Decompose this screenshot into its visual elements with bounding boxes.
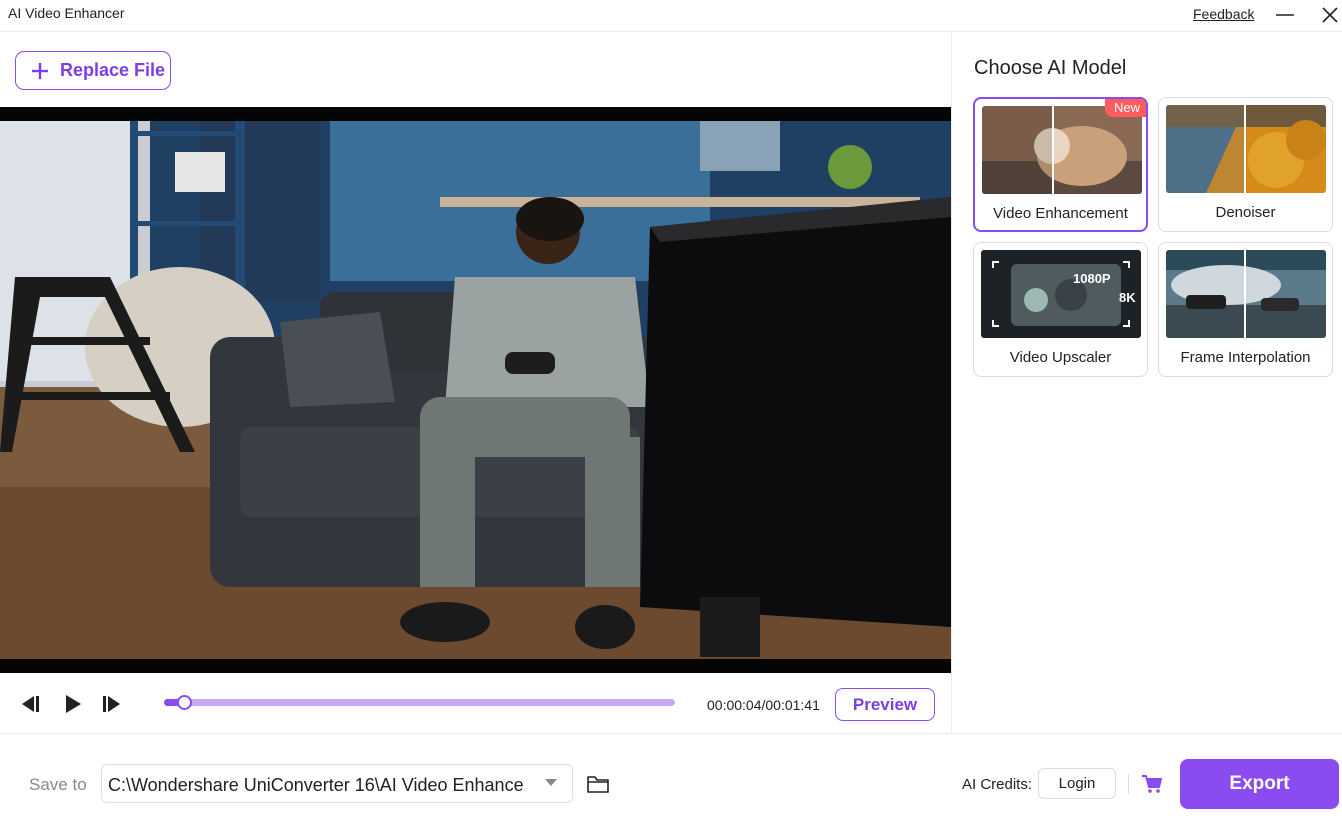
frame-interpolation-thumbnail: [1166, 250, 1326, 338]
model-card-label: Frame Interpolation: [1180, 349, 1311, 366]
play-button[interactable]: [63, 694, 83, 714]
cart-icon: [1142, 775, 1162, 793]
video-upscaler-image: 1080P 8K: [981, 250, 1141, 338]
replace-file-label: Replace File: [60, 60, 166, 80]
preview-pane: Replace File 00:00:04/00:01:41 Preview: [0, 32, 951, 733]
bottom-bar: Save to C:\Wondershare UniConverter 16\A…: [0, 733, 1342, 818]
app-title: AI Video Enhancer: [8, 5, 125, 21]
divider: [1128, 774, 1129, 794]
plus-icon: [32, 62, 48, 79]
next-frame-button[interactable]: [100, 694, 122, 714]
step-forward-icon: [103, 696, 120, 712]
video-upscaler-thumbnail: 1080P 8K: [981, 250, 1141, 338]
folder-icon: [587, 776, 609, 793]
model-card-label: Denoiser: [1215, 204, 1276, 221]
minimize-icon: [1276, 14, 1294, 16]
upscaler-8k-text: 8K: [1119, 290, 1136, 305]
save-path-dropdown[interactable]: C:\Wondershare UniConverter 16\AI Video …: [101, 764, 573, 803]
model-card-video-enhancement[interactable]: New Video Enhancement: [973, 97, 1148, 232]
cart-button[interactable]: [1141, 774, 1163, 794]
model-card-frame-interpolation[interactable]: Frame Interpolation: [1158, 242, 1333, 377]
model-card-video-upscaler[interactable]: 1080P 8K Video Upscaler: [973, 242, 1148, 377]
open-folder-button[interactable]: [586, 773, 610, 795]
denoiser-image: [1166, 105, 1326, 193]
video-frame: [0, 107, 951, 673]
model-card-label: Video Enhancement: [993, 205, 1128, 222]
panel-title: Choose AI Model: [974, 57, 1127, 79]
seek-bar[interactable]: [164, 695, 675, 710]
close-button[interactable]: [1317, 3, 1342, 27]
login-button[interactable]: Login: [1038, 768, 1116, 799]
title-bar: AI Video Enhancer Feedback: [0, 0, 1342, 32]
timecode: 00:00:04/00:01:41: [707, 697, 820, 713]
app-window: AI Video Enhancer Feedback Replace File: [0, 0, 1342, 818]
video-enhancement-thumbnail: [982, 106, 1142, 194]
previous-frame-button[interactable]: [20, 694, 42, 714]
video-enhancement-image: [982, 106, 1142, 194]
export-button[interactable]: Export: [1180, 759, 1339, 809]
feedback-link[interactable]: Feedback: [1193, 6, 1254, 22]
model-card-label: Video Upscaler: [1009, 349, 1112, 366]
model-card-denoiser[interactable]: Denoiser: [1158, 97, 1333, 232]
step-back-icon: [22, 696, 39, 712]
close-icon: [1322, 7, 1338, 23]
chevron-down-icon: [545, 779, 557, 786]
seek-bar-handle[interactable]: [177, 695, 193, 710]
minimize-button[interactable]: [1272, 3, 1298, 27]
ai-model-panel: Choose AI Model New Video Enhancement De…: [951, 32, 1342, 733]
preview-button[interactable]: Preview: [835, 688, 935, 721]
denoiser-thumbnail: [1166, 105, 1326, 193]
save-to-label: Save to: [29, 775, 87, 794]
ai-credits-label: AI Credits:: [962, 776, 1033, 793]
play-icon: [66, 695, 81, 713]
frame-interpolation-image: [1166, 250, 1326, 338]
video-scene-image: [0, 107, 951, 673]
save-path-value: C:\Wondershare UniConverter 16\AI Video …: [108, 775, 524, 795]
new-badge: New: [1104, 99, 1146, 117]
upscaler-1080p-text: 1080P: [1073, 271, 1111, 286]
replace-file-button[interactable]: Replace File: [15, 51, 171, 90]
